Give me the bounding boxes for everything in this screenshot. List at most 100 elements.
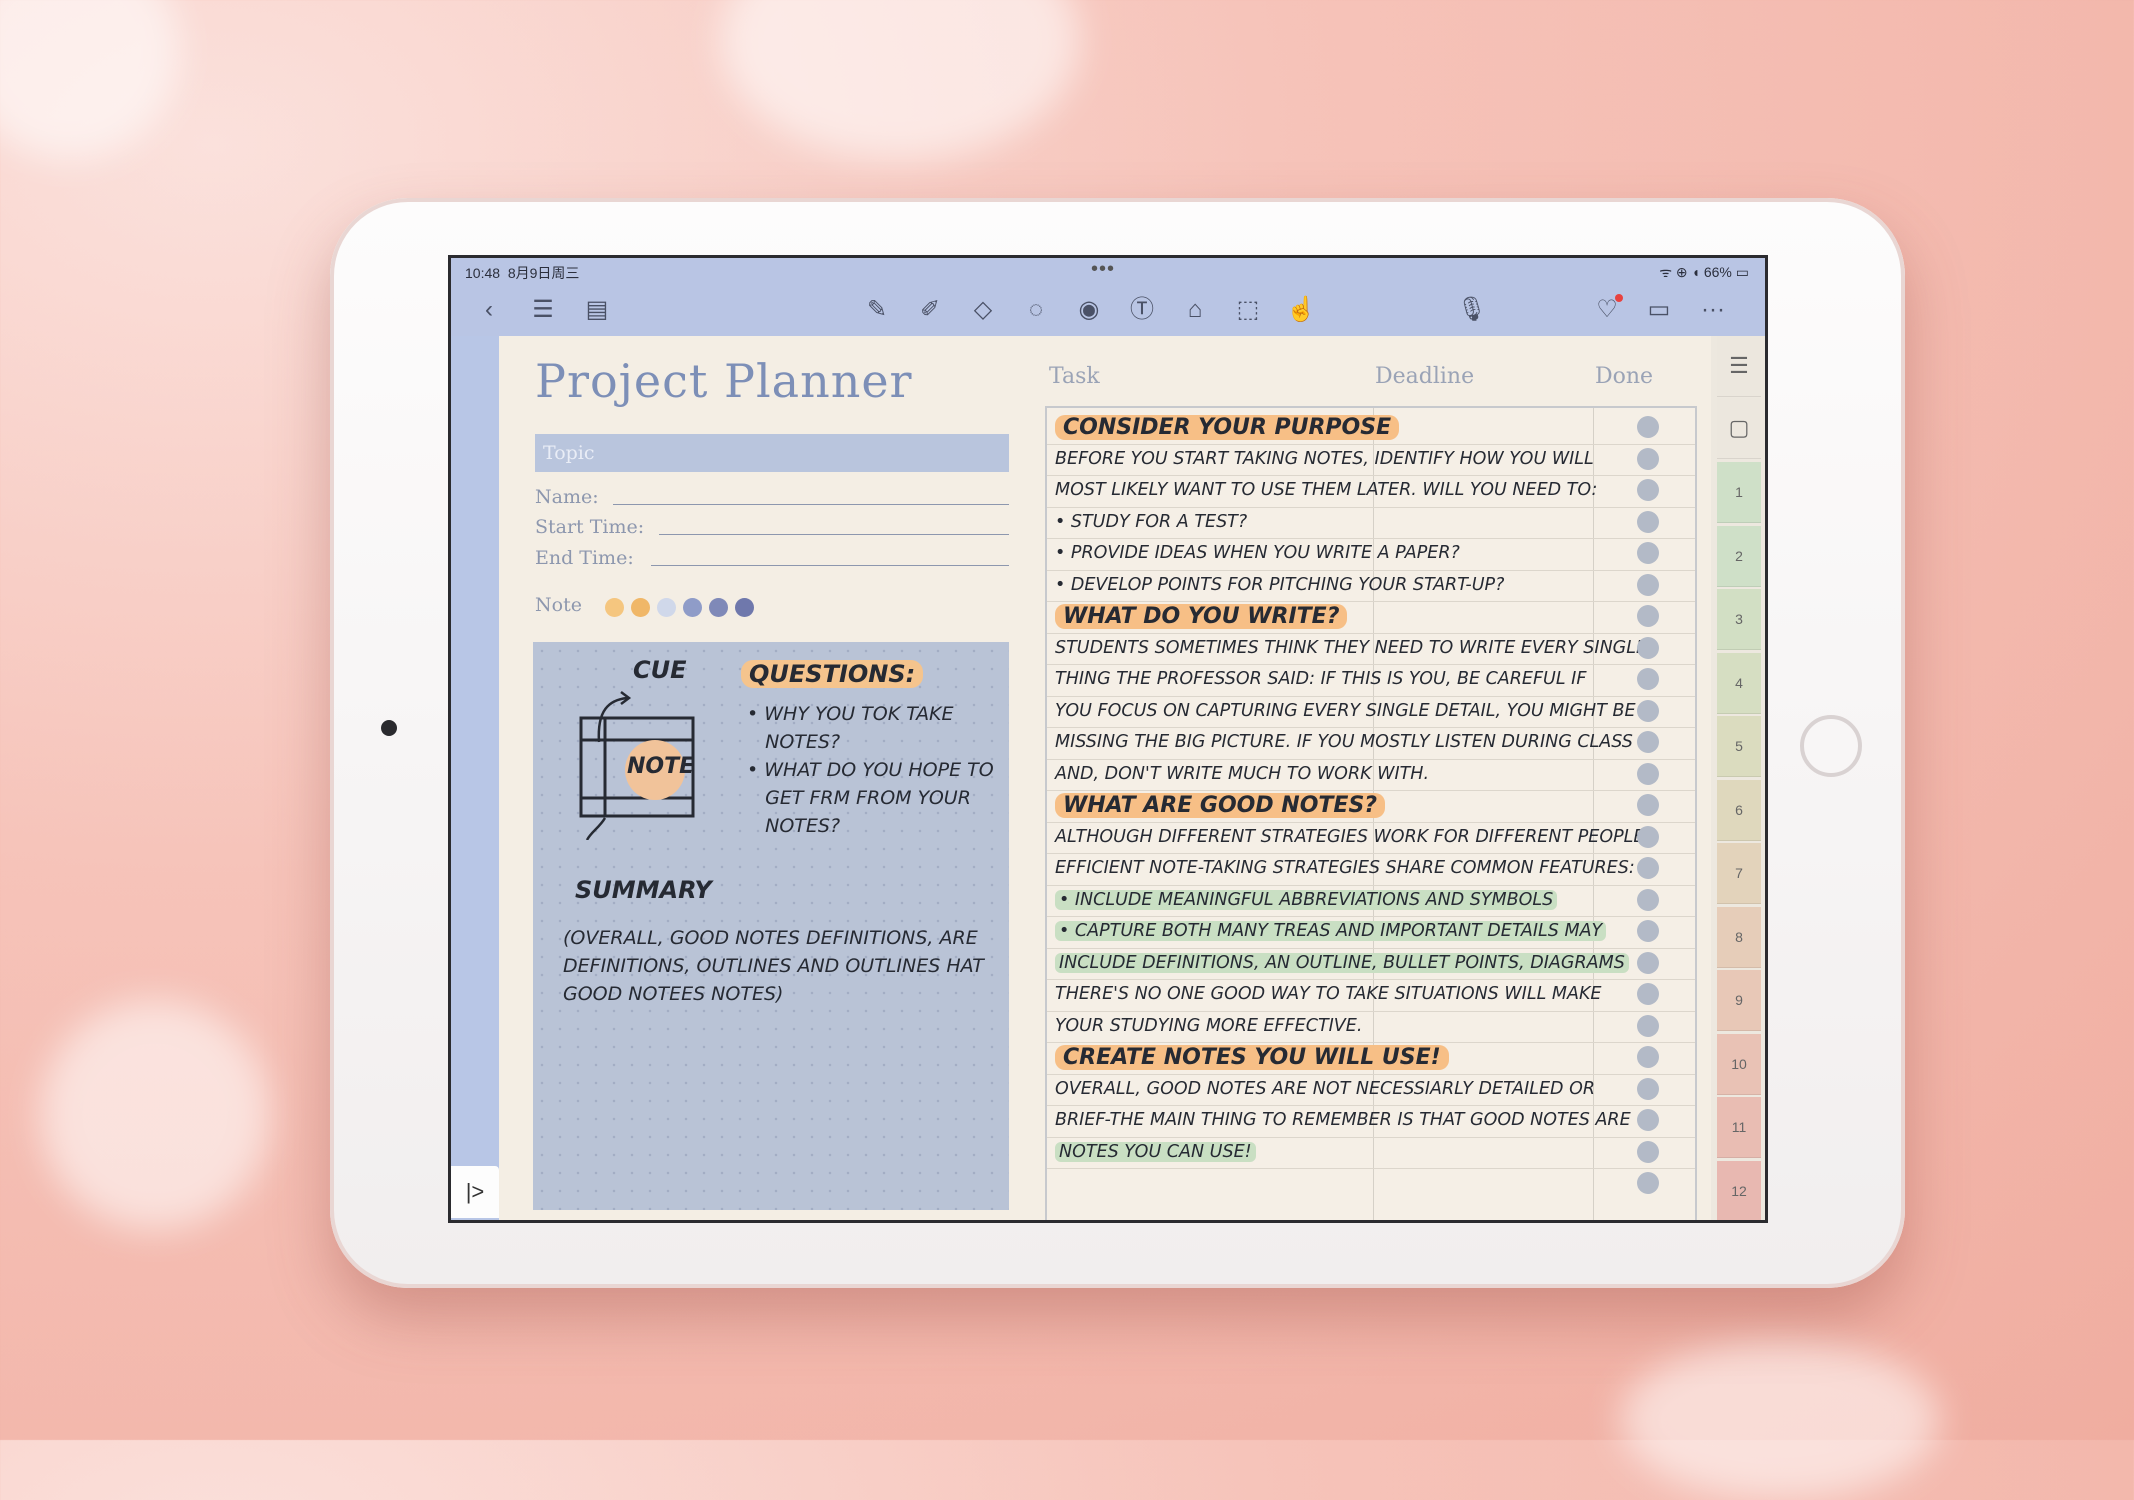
bokeh-light — [720, 0, 1080, 160]
page-tab-8[interactable]: 8 — [1717, 906, 1761, 968]
task-heading[interactable]: CONSIDER YOUR PURPOSE — [1055, 412, 1615, 443]
multitask-dots[interactable]: ••• — [1091, 258, 1115, 281]
page-tab-9[interactable]: 9 — [1717, 970, 1761, 1031]
start-time-field[interactable]: Start Time: — [535, 516, 1009, 538]
page-tab-5[interactable]: 5 — [1717, 716, 1761, 777]
task-row[interactable]: INCLUDE DEFINITIONS, AN OUTLINE, BULLET … — [1055, 948, 1629, 979]
hand-icon[interactable]: ☝ — [1285, 294, 1317, 326]
task-row[interactable]: MISSING THE BIG PICTURE. IF YOU MOSTLY L… — [1055, 727, 1633, 758]
done-checkbox[interactable] — [1637, 825, 1659, 848]
menu-icon[interactable]: ☰ — [1717, 336, 1761, 397]
list-icon[interactable]: ☰ — [527, 294, 559, 326]
done-checkbox[interactable] — [1637, 636, 1659, 659]
highlighter-icon[interactable]: ✐ — [914, 294, 946, 326]
task-row[interactable]: MOST LIKELY WANT TO USE THEM LATER. WILL… — [1055, 475, 1615, 506]
task-heading[interactable]: CREATE NOTES YOU WILL USE! — [1055, 1042, 1615, 1073]
pen-icon[interactable]: ✎ — [861, 294, 893, 326]
done-checkbox[interactable] — [1637, 573, 1659, 596]
page-tab-3[interactable]: 3 — [1717, 589, 1761, 650]
page-tab-2[interactable]: 2 — [1717, 525, 1761, 587]
page-tab-6[interactable]: 6 — [1717, 779, 1761, 841]
note-color-dot[interactable] — [735, 598, 754, 617]
note-color-dot[interactable] — [657, 598, 676, 617]
task-row[interactable]: • PROVIDE IDEAS WHEN YOU WRITE A PAPER? — [1055, 538, 1615, 569]
crop-icon[interactable]: ⬚ — [1232, 294, 1264, 326]
done-checkbox[interactable] — [1637, 888, 1659, 911]
cue-panel[interactable]: CUE NOTE SUMMARY QUESTIONS: • WHY YOU TO… — [533, 642, 1009, 1210]
task-row[interactable]: BRIEF-THE MAIN THING TO REMEMBER IS THAT… — [1055, 1105, 1631, 1136]
page-tab-1[interactable]: 1 — [1717, 462, 1761, 523]
note-icon[interactable]: ▢ — [1717, 398, 1761, 459]
task-row[interactable]: YOU FOCUS ON CAPTURING EVERY SINGLE DETA… — [1055, 696, 1636, 727]
row-rule — [1047, 1168, 1695, 1169]
task-row[interactable]: • DEVELOP POINTS FOR PITCHING YOUR START… — [1055, 570, 1615, 601]
back-icon[interactable]: ‹ — [473, 294, 505, 326]
task-row[interactable]: THING THE PROFESSOR SAID: IF THIS IS YOU… — [1055, 664, 1615, 695]
done-checkbox[interactable] — [1637, 479, 1659, 501]
task-row[interactable]: AND, DON'T WRITE MUCH TO WORK WITH. — [1055, 759, 1615, 790]
microphone-icon[interactable]: 🎙 — [1456, 294, 1488, 326]
more-icon[interactable]: ··· — [1697, 294, 1729, 326]
end-time-field[interactable]: End Time: — [535, 547, 1009, 569]
task-row[interactable]: STUDENTS SOMETIMES THINK THEY NEED TO WR… — [1055, 633, 1647, 664]
task-row[interactable]: OVERALL, GOOD NOTES ARE NOT NECESSIARLY … — [1055, 1074, 1615, 1105]
done-checkbox[interactable] — [1637, 951, 1659, 974]
name-field[interactable]: Name: — [535, 486, 1009, 508]
task-row[interactable]: • CAPTURE BOTH MANY TREAS AND IMPORTANT … — [1055, 916, 1615, 947]
note-color-dot[interactable] — [683, 598, 702, 617]
task-row[interactable]: YOUR STUDYING MORE EFFECTIVE. — [1055, 1011, 1615, 1042]
end-time-label: End Time: — [535, 547, 634, 569]
comment-icon[interactable]: ▭ — [1643, 294, 1675, 326]
done-checkbox[interactable] — [1637, 762, 1659, 785]
sticker-icon[interactable]: ◉ — [1073, 294, 1105, 326]
task-row[interactable]: • STUDY FOR A TEST? — [1055, 507, 1615, 538]
done-checkbox[interactable] — [1637, 1109, 1659, 1131]
task-row[interactable]: NOTES YOU CAN USE! — [1055, 1137, 1615, 1168]
task-table[interactable]: CONSIDER YOUR PURPOSE BEFORE YOU START TA… — [1045, 406, 1697, 1220]
note-color-dot[interactable] — [709, 598, 728, 617]
page-tab-4[interactable]: 4 — [1717, 652, 1761, 714]
done-checkbox[interactable] — [1637, 1140, 1659, 1163]
done-checkbox[interactable] — [1637, 731, 1659, 753]
page-tab-10[interactable]: 10 — [1717, 1033, 1761, 1095]
page-tab-12[interactable]: 12 — [1717, 1160, 1761, 1220]
done-checkbox[interactable] — [1637, 1172, 1659, 1194]
home-button[interactable] — [1800, 715, 1862, 777]
shape-icon[interactable]: ⌂ — [1179, 294, 1211, 326]
note-color-dot[interactable] — [631, 598, 650, 617]
eraser-icon[interactable]: ◇ — [967, 294, 999, 326]
done-checkbox[interactable] — [1637, 794, 1659, 816]
note-color-dot[interactable] — [605, 598, 624, 617]
done-checkbox[interactable] — [1637, 920, 1659, 942]
task-heading[interactable]: WHAT ARE GOOD NOTES? — [1055, 790, 1615, 821]
done-checkbox[interactable] — [1637, 510, 1659, 533]
page-tab-7[interactable]: 7 — [1717, 843, 1761, 904]
page-tab-11[interactable]: 11 — [1717, 1097, 1761, 1158]
done-checkbox[interactable] — [1637, 699, 1659, 722]
task-row[interactable]: BEFORE YOU START TAKING NOTES, IDENTIFY … — [1055, 444, 1615, 475]
done-checkbox[interactable] — [1637, 668, 1659, 690]
done-checkbox[interactable] — [1637, 605, 1659, 627]
done-checkbox[interactable] — [1637, 1014, 1659, 1037]
outline-icon[interactable]: ▤ — [581, 294, 613, 326]
task-row[interactable]: ALTHOUGH DIFFERENT STRATEGIES WORK FOR D… — [1055, 822, 1650, 853]
task-heading[interactable]: WHAT DO YOU WRITE? — [1055, 601, 1615, 632]
planner-page[interactable]: Project Planner Topic Name: Start Time: … — [499, 336, 1715, 1220]
done-checkbox[interactable] — [1637, 1046, 1659, 1068]
text-icon[interactable]: Ⓣ — [1126, 294, 1158, 326]
collaborate-icon[interactable]: ♡ — [1591, 294, 1623, 326]
task-row[interactable]: • INCLUDE MEANINGFUL ABBREVIATIONS AND S… — [1055, 885, 1615, 916]
done-checkbox[interactable] — [1637, 542, 1659, 564]
done-checkbox[interactable] — [1637, 983, 1659, 1005]
questions-list: • WHY YOU TOK TAKE NOTES? • WHAT DO YOU … — [747, 700, 994, 840]
topic-field[interactable]: Topic — [535, 434, 1009, 472]
lasso-icon[interactable]: ◌ — [1020, 294, 1052, 326]
task-row[interactable]: EFFICIENT NOTE-TAKING STRATEGIES SHARE C… — [1055, 853, 1635, 884]
done-checkbox[interactable] — [1637, 1077, 1659, 1100]
start-time-line — [659, 534, 1009, 535]
done-checkbox[interactable] — [1637, 857, 1659, 879]
expand-sidebar-button[interactable]: |> — [451, 1166, 499, 1218]
task-row[interactable]: THERE'S NO ONE GOOD WAY TO TAKE SITUATIO… — [1055, 979, 1615, 1010]
done-checkbox[interactable] — [1637, 416, 1659, 438]
done-checkbox[interactable] — [1637, 447, 1659, 470]
